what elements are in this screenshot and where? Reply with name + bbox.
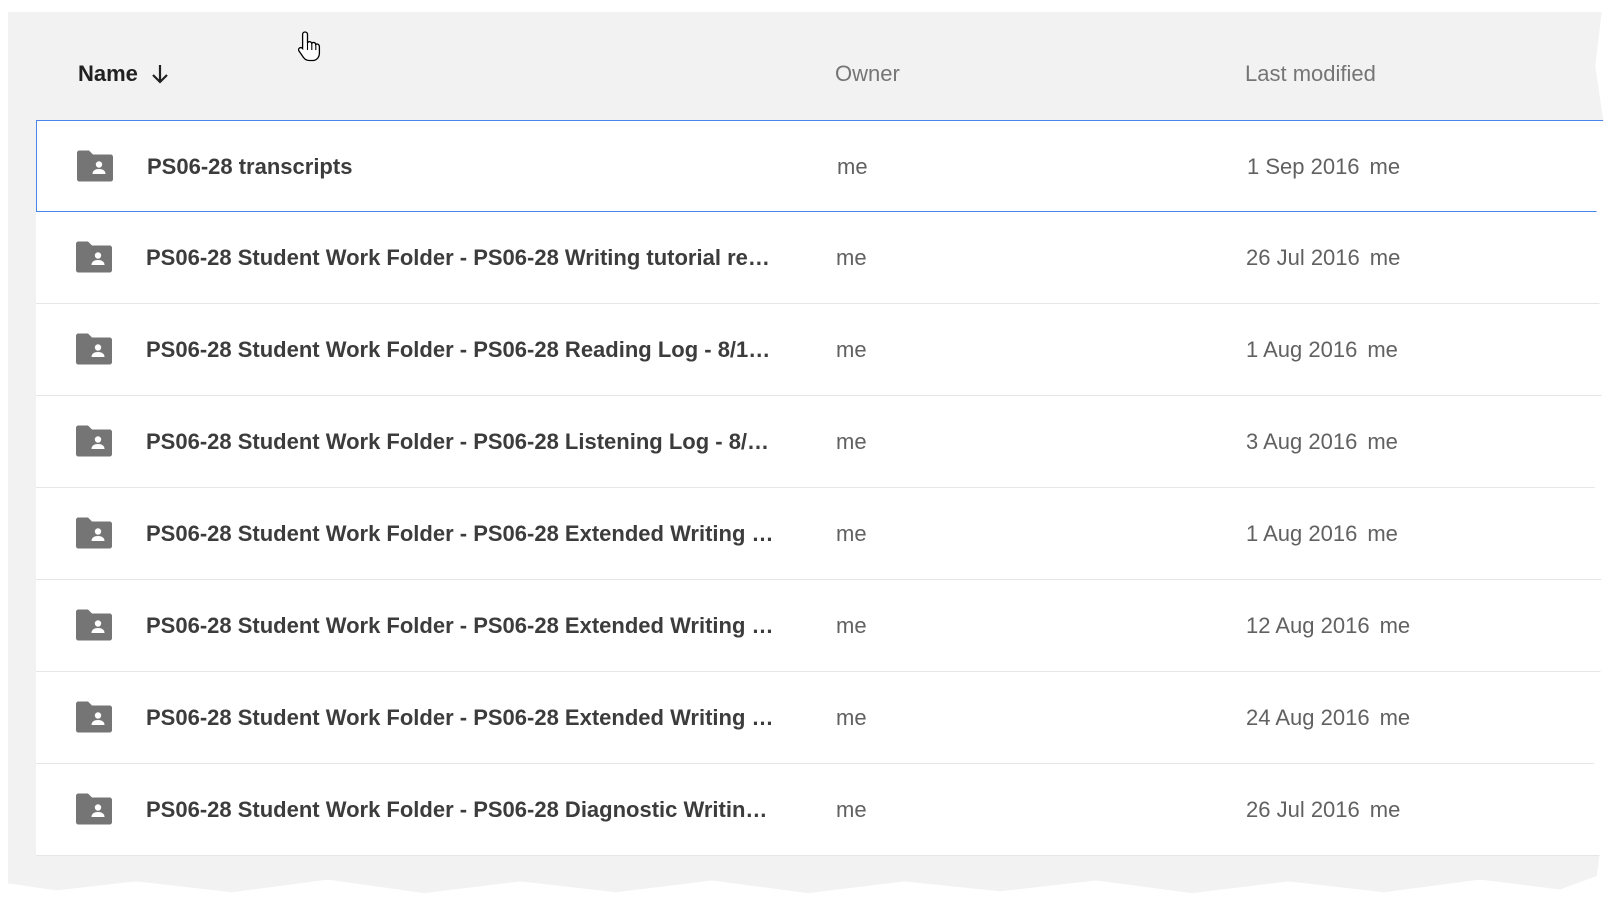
file-row[interactable]: PS06-28 transcripts me 1 Sep 2016 me — [36, 120, 1605, 212]
file-row[interactable]: PS06-28 Student Work Folder - PS06-28 Li… — [36, 396, 1605, 488]
file-owner: me — [836, 429, 867, 454]
modified-date: 12 Aug 2016 — [1246, 613, 1370, 638]
last-modified: 1 Aug 2016 me — [1246, 337, 1398, 363]
shared-folder-icon — [77, 150, 113, 182]
hand-cursor-icon — [297, 31, 321, 62]
file-name[interactable]: PS06-28 Student Work Folder - PS06-28 Wr… — [146, 245, 811, 271]
shared-folder-icon — [76, 793, 112, 825]
file-owner: me — [837, 154, 868, 179]
file-row[interactable]: PS06-28 Student Work Folder - PS06-28 Re… — [36, 304, 1605, 396]
column-header-bar: Name Owner Last modified — [8, 12, 1605, 120]
file-owner: me — [836, 705, 867, 730]
modified-by: me — [1367, 337, 1398, 362]
modified-by: me — [1369, 245, 1401, 270]
file-owner: me — [836, 337, 867, 362]
modified-date: 26 Jul 2016 — [1246, 245, 1360, 270]
file-name[interactable]: PS06-28 Student Work Folder - PS06-28 Ex… — [146, 613, 811, 639]
last-modified: 26 Jul 2016 me — [1246, 797, 1400, 823]
file-list: PS06-28 transcripts me 1 Sep 2016 me PS06… — [36, 120, 1605, 856]
shared-folder-icon — [76, 517, 112, 549]
modified-date: 26 Jul 2016 — [1246, 797, 1360, 822]
modified-date: 3 Aug 2016 — [1246, 429, 1358, 454]
file-owner: me — [836, 613, 867, 638]
modified-by: me — [1379, 613, 1411, 638]
arrow-down-icon — [152, 65, 168, 84]
file-name[interactable]: PS06-28 Student Work Folder - PS06-28 Di… — [146, 797, 811, 823]
modified-by: me — [1369, 154, 1401, 179]
file-owner: me — [836, 797, 867, 822]
shared-folder-icon — [76, 333, 112, 365]
modified-date: 1 Aug 2016 — [1246, 337, 1358, 362]
file-name[interactable]: PS06-28 Student Work Folder - PS06-28 Ex… — [146, 705, 811, 731]
file-owner: me — [836, 245, 867, 270]
shared-folder-icon — [76, 425, 112, 457]
last-modified: 12 Aug 2016 me — [1246, 613, 1410, 639]
file-owner: me — [836, 521, 867, 546]
file-row[interactable]: PS06-28 Student Work Folder - PS06-28 Ex… — [36, 672, 1605, 764]
file-row[interactable]: PS06-28 Student Work Folder - PS06-28 Ex… — [36, 488, 1605, 580]
modified-date: 24 Aug 2016 — [1246, 705, 1370, 730]
file-list-panel: Name Owner Last modified PS06-28 transcr… — [8, 12, 1605, 894]
shared-folder-icon — [76, 701, 112, 733]
modified-by: me — [1369, 797, 1401, 822]
shared-folder-icon — [76, 609, 112, 641]
file-name[interactable]: PS06-28 Student Work Folder - PS06-28 Re… — [146, 337, 811, 363]
modified-date: 1 Sep 2016 — [1247, 154, 1360, 179]
modified-date: 1 Aug 2016 — [1246, 521, 1358, 546]
last-modified: 3 Aug 2016 me — [1246, 429, 1398, 455]
modified-by: me — [1367, 521, 1398, 546]
last-modified-column-label[interactable]: Last modified — [1245, 61, 1376, 87]
sort-by-name-button[interactable]: Name — [78, 61, 172, 87]
last-modified: 26 Jul 2016 me — [1246, 245, 1400, 271]
last-modified: 1 Aug 2016 me — [1246, 521, 1398, 547]
last-modified: 24 Aug 2016 me — [1246, 705, 1410, 731]
file-row[interactable]: PS06-28 Student Work Folder - PS06-28 Di… — [36, 764, 1605, 856]
shared-folder-icon — [76, 241, 112, 273]
file-name[interactable]: PS06-28 transcripts — [147, 154, 812, 180]
modified-by: me — [1379, 705, 1411, 730]
file-row[interactable]: PS06-28 Student Work Folder - PS06-28 Wr… — [36, 212, 1605, 304]
modified-by: me — [1367, 429, 1398, 454]
file-name[interactable]: PS06-28 Student Work Folder - PS06-28 Ex… — [146, 521, 811, 547]
file-row[interactable]: PS06-28 Student Work Folder - PS06-28 Ex… — [36, 580, 1605, 672]
file-name[interactable]: PS06-28 Student Work Folder - PS06-28 Li… — [146, 429, 811, 455]
name-column-label: Name — [78, 61, 138, 86]
last-modified: 1 Sep 2016 me — [1247, 154, 1400, 180]
owner-column-label[interactable]: Owner — [835, 61, 900, 87]
